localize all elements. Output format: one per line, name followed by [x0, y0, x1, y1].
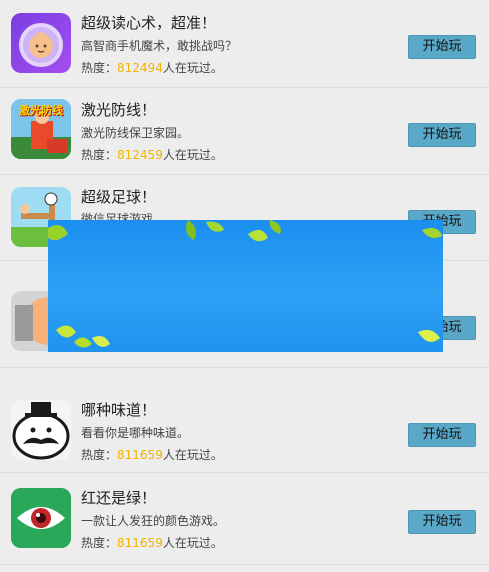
list-item[interactable]: 红还是绿！ 一款让人发狂的颜色游戏。 热度：811659人在玩过。 开始玩	[0, 473, 489, 565]
heat-suffix: 人在玩过。	[162, 536, 223, 550]
game-title: 激光防线！	[81, 101, 157, 119]
game-heat: 热度：812494人在玩过。	[81, 59, 223, 76]
list-item[interactable]: 激光防线 激光防线！ 激光防线保卫家园。 热度：812459人在玩过。 开始玩	[0, 88, 489, 175]
game-desc: 高智商手机魔术，敢挑战吗？	[81, 39, 238, 53]
heat-label: 热度：	[81, 448, 118, 462]
heat-count: 811659	[117, 536, 163, 550]
game-heat: 热度：811659人在玩过。	[81, 446, 223, 463]
leaf-decoration	[48, 220, 442, 348]
list-item[interactable]: 超级读心术，超准！ 高智商手机魔术，敢挑战吗？ 热度：812494人在玩过。 开…	[0, 0, 489, 88]
eye-icon[interactable]	[11, 488, 71, 548]
play-button[interactable]: 开始玩	[408, 423, 476, 447]
play-button[interactable]: 开始玩	[408, 123, 476, 147]
game-desc: 激光防线保卫家园。	[81, 126, 190, 140]
mustache-face-icon[interactable]	[11, 400, 71, 460]
game-heat: 热度：812459人在玩过。	[81, 146, 223, 163]
heat-label: 热度：	[81, 536, 118, 550]
heat-suffix: 人在玩过。	[162, 448, 223, 462]
crystal-ball-baby-icon[interactable]	[11, 13, 71, 73]
game-heat: 热度：811659人在玩过。	[81, 534, 223, 551]
heat-label: 热度：	[81, 148, 118, 162]
heat-suffix: 人在玩过。	[162, 148, 223, 162]
laser-defense-game-icon[interactable]: 激光防线	[11, 99, 71, 159]
play-button[interactable]: 开始玩	[408, 510, 476, 534]
game-desc: 一款让人发狂的颜色游戏。	[81, 514, 226, 528]
game-title: 红还是绿！	[81, 489, 157, 507]
play-button[interactable]: 开始玩	[408, 35, 476, 59]
heat-suffix: 人在玩过。	[162, 61, 223, 75]
game-title: 超级足球！	[81, 188, 157, 206]
heat-label: 热度：	[81, 61, 118, 75]
game-title: 哪种味道！	[81, 401, 157, 419]
game-title: 超级读心术，超准！	[81, 14, 217, 32]
game-desc: 看看你是哪种味道。	[81, 426, 190, 440]
heat-count: 812494	[117, 61, 163, 75]
leaf-banner-overlay[interactable]	[48, 220, 443, 352]
heat-count: 812459	[117, 148, 163, 162]
list-item[interactable]: 哪种味道！ 看看你是哪种味道。 热度：811659人在玩过。 开始玩	[0, 368, 489, 473]
heat-count: 811659	[117, 448, 163, 462]
icon-caption: 激光防线	[19, 104, 63, 117]
